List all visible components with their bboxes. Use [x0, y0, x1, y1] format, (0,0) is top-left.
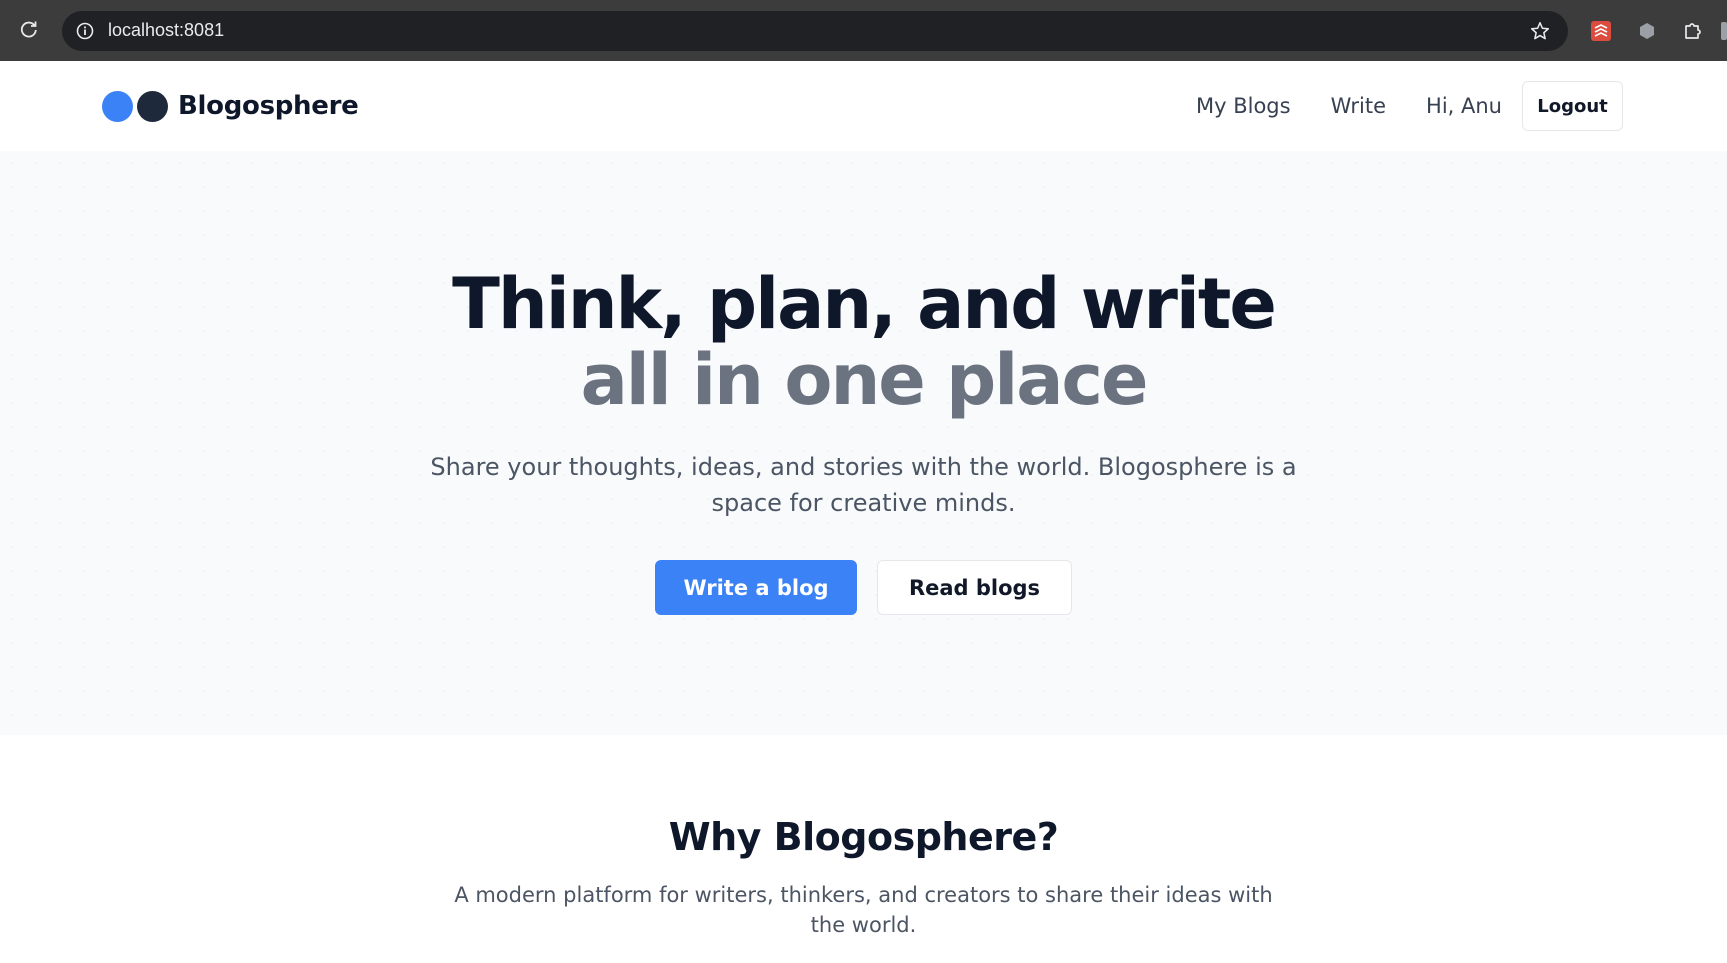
write-a-blog-button[interactable]: Write a blog [655, 560, 857, 615]
hero-subtitle: Share your thoughts, ideas, and stories … [430, 453, 1297, 517]
nav-write-link[interactable]: Write [1331, 94, 1386, 118]
hero-title-line-1: Think, plan, and write [452, 263, 1277, 345]
brand-logo[interactable]: Blogosphere [102, 90, 359, 122]
nav-links: My Blogs Write Hi, Anu Logout [1196, 81, 1623, 131]
hero-cta-group: Write a blog Read blogs [0, 560, 1727, 615]
address-bar[interactable]: localhost:8081 [62, 11, 1568, 51]
reload-icon[interactable] [18, 18, 40, 40]
logo-dark-dot-icon [137, 90, 168, 122]
why-section: Why Blogosphere? A modern platform for w… [0, 735, 1727, 963]
extension-todoist-icon[interactable] [1589, 19, 1613, 43]
why-description: A modern platform for writers, thinkers,… [454, 883, 1273, 937]
brand-name[interactable]: Blogosphere [178, 91, 359, 121]
site-header: Blogosphere My Blogs Write Hi, Anu Logou… [0, 61, 1727, 151]
hero-title: Think, plan, and write all in one place [0, 266, 1727, 418]
extensions-puzzle-icon[interactable] [1681, 19, 1705, 43]
browser-toolbar: localhost:8081 [0, 0, 1727, 61]
url-text[interactable]: localhost:8081 [108, 20, 224, 41]
logout-button[interactable]: Logout [1522, 81, 1623, 131]
hero-title-line-2: all in one place [580, 339, 1149, 421]
nav-my-blogs-link[interactable]: My Blogs [1196, 94, 1291, 118]
user-greeting: Hi, Anu [1426, 94, 1502, 118]
extension-hexagon-icon[interactable] [1635, 19, 1659, 43]
bookmark-star-icon[interactable] [1528, 19, 1552, 43]
hero-section: Think, plan, and write all in one place … [0, 151, 1727, 735]
read-blogs-button[interactable]: Read blogs [877, 560, 1072, 615]
logo-blue-dot-icon [102, 90, 133, 122]
why-heading: Why Blogosphere? [668, 815, 1059, 859]
site-info-icon[interactable] [74, 20, 96, 42]
profile-edge-icon[interactable] [1718, 19, 1727, 43]
